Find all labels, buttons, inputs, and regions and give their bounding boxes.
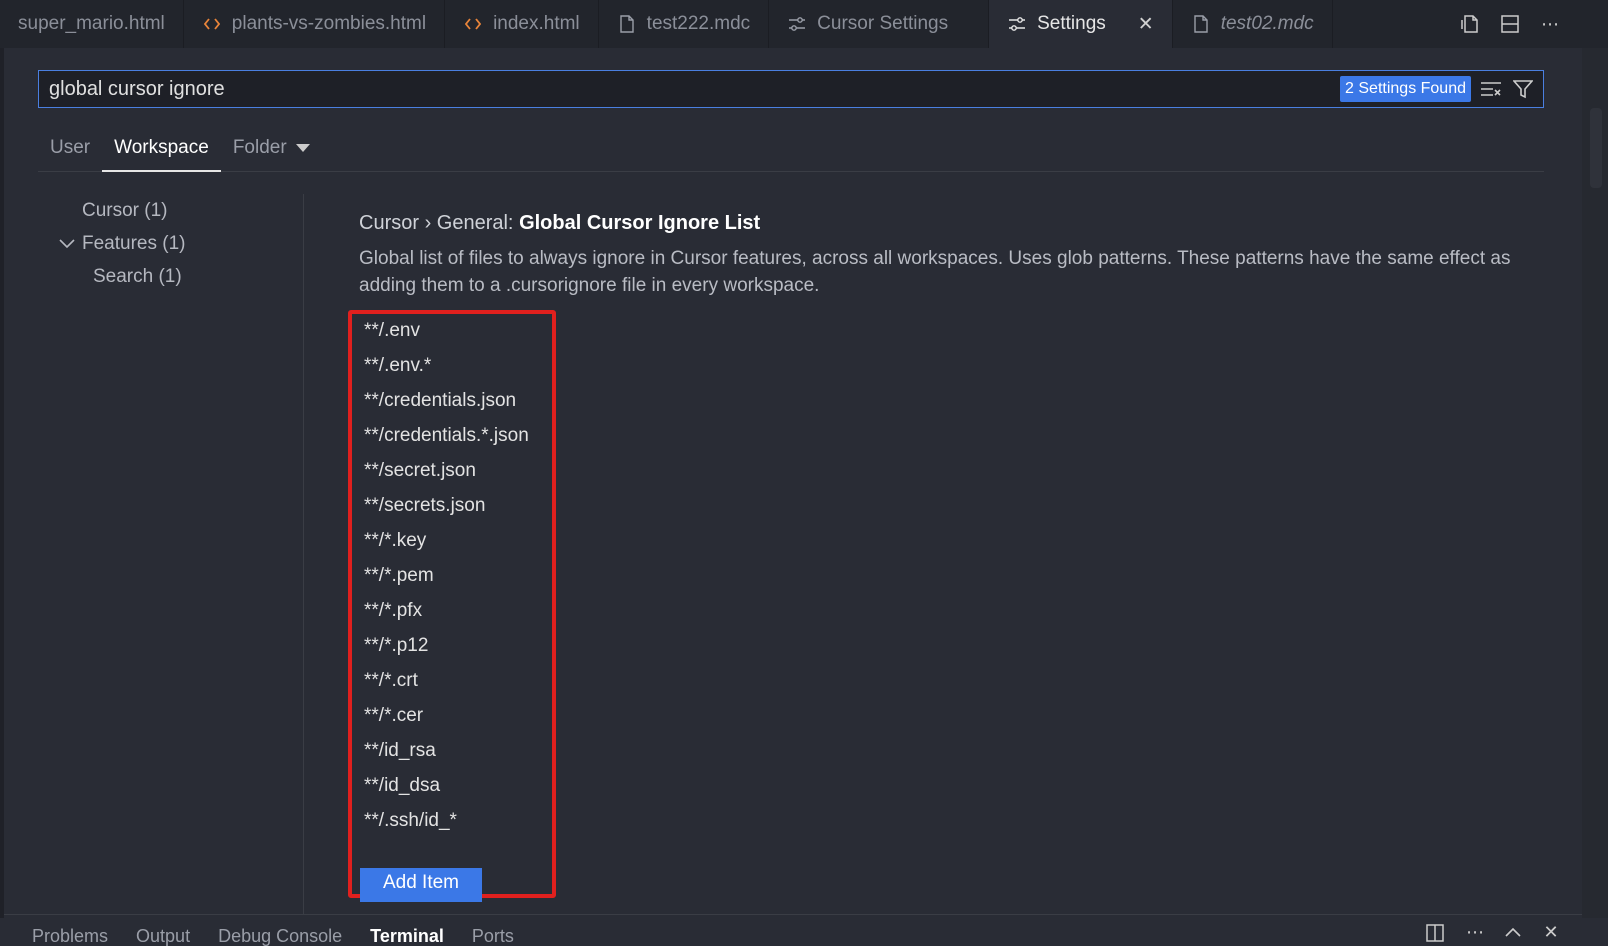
setting-breadcrumb: Cursor › General: [359,212,520,234]
list-item[interactable]: **/credentials.*.json [364,425,529,447]
tab-settings[interactable]: Settings ✕ [989,0,1173,48]
settings-sliders-icon [1007,14,1027,34]
list-item[interactable]: **/credentials.json [364,390,516,412]
tab-debug-console[interactable]: Debug Console [204,922,356,946]
close-icon[interactable]: ✕ [1540,921,1562,943]
tab-label: plants-vs-zombies.html [231,13,427,34]
split-editor-icon[interactable] [1498,12,1522,36]
search-actions [1479,77,1543,101]
tab-folder-label: Folder [232,137,287,158]
tab-problems[interactable]: Problems [4,922,122,946]
scrollbar-track[interactable] [1582,48,1608,918]
setting-name: Global Cursor Ignore List [519,212,761,234]
scrollbar-thumb[interactable] [1590,108,1602,188]
tab-folder[interactable]: Folder [221,137,323,171]
list-item[interactable]: **/.env [364,320,420,342]
tab-label: test02.mdc [1220,13,1314,34]
tab-user-label: User [50,137,91,158]
list-item[interactable]: **/id_dsa [364,775,440,797]
toc-item-features[interactable]: Features (1) [38,227,303,260]
setting-description: Global list of files to always ignore in… [359,248,1511,296]
list-item[interactable]: **/*.key [364,530,426,552]
toc-item-label: Cursor (1) [82,199,168,221]
tab-user[interactable]: User [38,137,102,171]
open-file-icon[interactable] [1458,12,1482,36]
list-item[interactable]: **/id_rsa [364,740,436,762]
tab-test02[interactable]: test02.mdc [1173,0,1333,48]
settings-scope-tabs: User Workspace Folder [38,128,1544,172]
list-item[interactable]: **/secret.json [364,460,476,482]
tab-actions: ⋯ [1458,0,1608,48]
settings-sliders-icon [787,14,807,34]
editor-tab-bar: super_mario.html plants-vs-zombies.html … [0,0,1608,48]
tab-label: index.html [493,13,580,34]
toc-item-label: Search (1) [93,265,182,287]
chevron-down-icon[interactable] [295,137,311,159]
chevron-up-icon[interactable] [1502,921,1524,943]
list-item[interactable]: **/*.p12 [364,635,428,657]
activity-strip [0,48,4,918]
tab-label: test222.mdc [646,13,751,34]
list-item[interactable]: **/*.pfx [364,600,422,622]
list-item[interactable]: **/.env.* [364,355,431,377]
list-item[interactable]: **/*.crt [364,670,418,692]
tab-workspace[interactable]: Workspace [102,137,221,172]
file-icon [617,14,637,34]
more-icon[interactable]: ⋯ [1538,12,1562,36]
tab-ports[interactable]: Ports [458,922,528,946]
settings-search-box: 2 Settings Found [38,70,1544,108]
tab-index[interactable]: index.html [445,0,599,48]
toc-item-search[interactable]: Search (1) [38,260,303,293]
add-item-button[interactable]: Add Item [360,868,482,902]
list-item[interactable]: **/*.pem [364,565,434,587]
settings-found-badge: 2 Settings Found [1340,76,1471,102]
toc-item-label: Features (1) [82,232,186,254]
code-icon [202,14,222,34]
settings-search-input[interactable] [39,77,1341,101]
list-item[interactable]: **/*.cer [364,705,423,727]
tab-label: super_mario.html [18,13,165,34]
split-terminal-icon[interactable] [1426,921,1448,943]
clear-filter-icon[interactable] [1479,77,1503,101]
code-icon [463,14,483,34]
setting-title: Cursor › General: Global Cursor Ignore L… [359,212,1519,235]
tab-workspace-label: Workspace [114,137,209,158]
settings-toc: Cursor (1) Features (1) Search (1) [38,194,304,914]
more-icon[interactable]: ⋯ [1464,921,1486,943]
toc-item-cursor[interactable]: Cursor (1) [38,194,303,227]
close-icon[interactable]: ✕ [1138,13,1154,36]
list-item[interactable]: **/.ssh/id_* [364,810,457,832]
tab-cursor-settings[interactable]: Cursor Settings [769,0,990,48]
chevron-down-icon[interactable] [56,233,78,255]
tab-super-mario[interactable]: super_mario.html [0,0,184,48]
bottom-panel-tabs: Problems Output Debug Console Terminal P… [4,914,1582,946]
filter-icon[interactable] [1511,77,1535,101]
tab-plants-vs-zombies[interactable]: plants-vs-zombies.html [184,0,446,48]
ignore-list-highlight: **/.env **/.env.* **/credentials.json **… [348,310,556,902]
list-item[interactable]: **/secrets.json [364,495,485,517]
setting-global-cursor-ignore: Cursor › General: Global Cursor Ignore L… [359,212,1519,299]
tab-test222[interactable]: test222.mdc [599,0,770,48]
tab-label: Cursor Settings [817,13,949,34]
tab-output[interactable]: Output [122,922,204,946]
tab-label: Settings [1037,13,1106,34]
panel-actions: ⋯ ✕ [1426,918,1582,946]
file-icon [1191,14,1211,34]
tab-terminal[interactable]: Terminal [356,922,458,946]
